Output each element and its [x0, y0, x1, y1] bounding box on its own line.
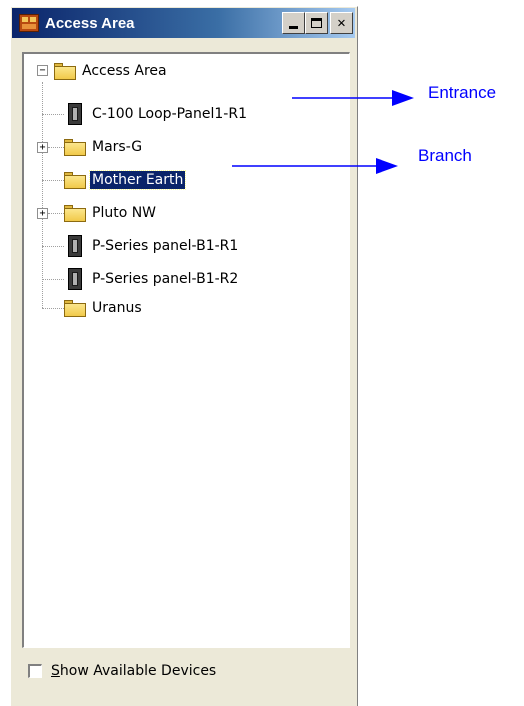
entrance-arrow-head — [392, 90, 414, 106]
annotation-entrance: Entrance — [428, 83, 497, 102]
annotation-branch: Branch — [418, 146, 472, 165]
annotation-arrows — [232, 90, 414, 174]
branch-arrow-head — [376, 158, 398, 174]
